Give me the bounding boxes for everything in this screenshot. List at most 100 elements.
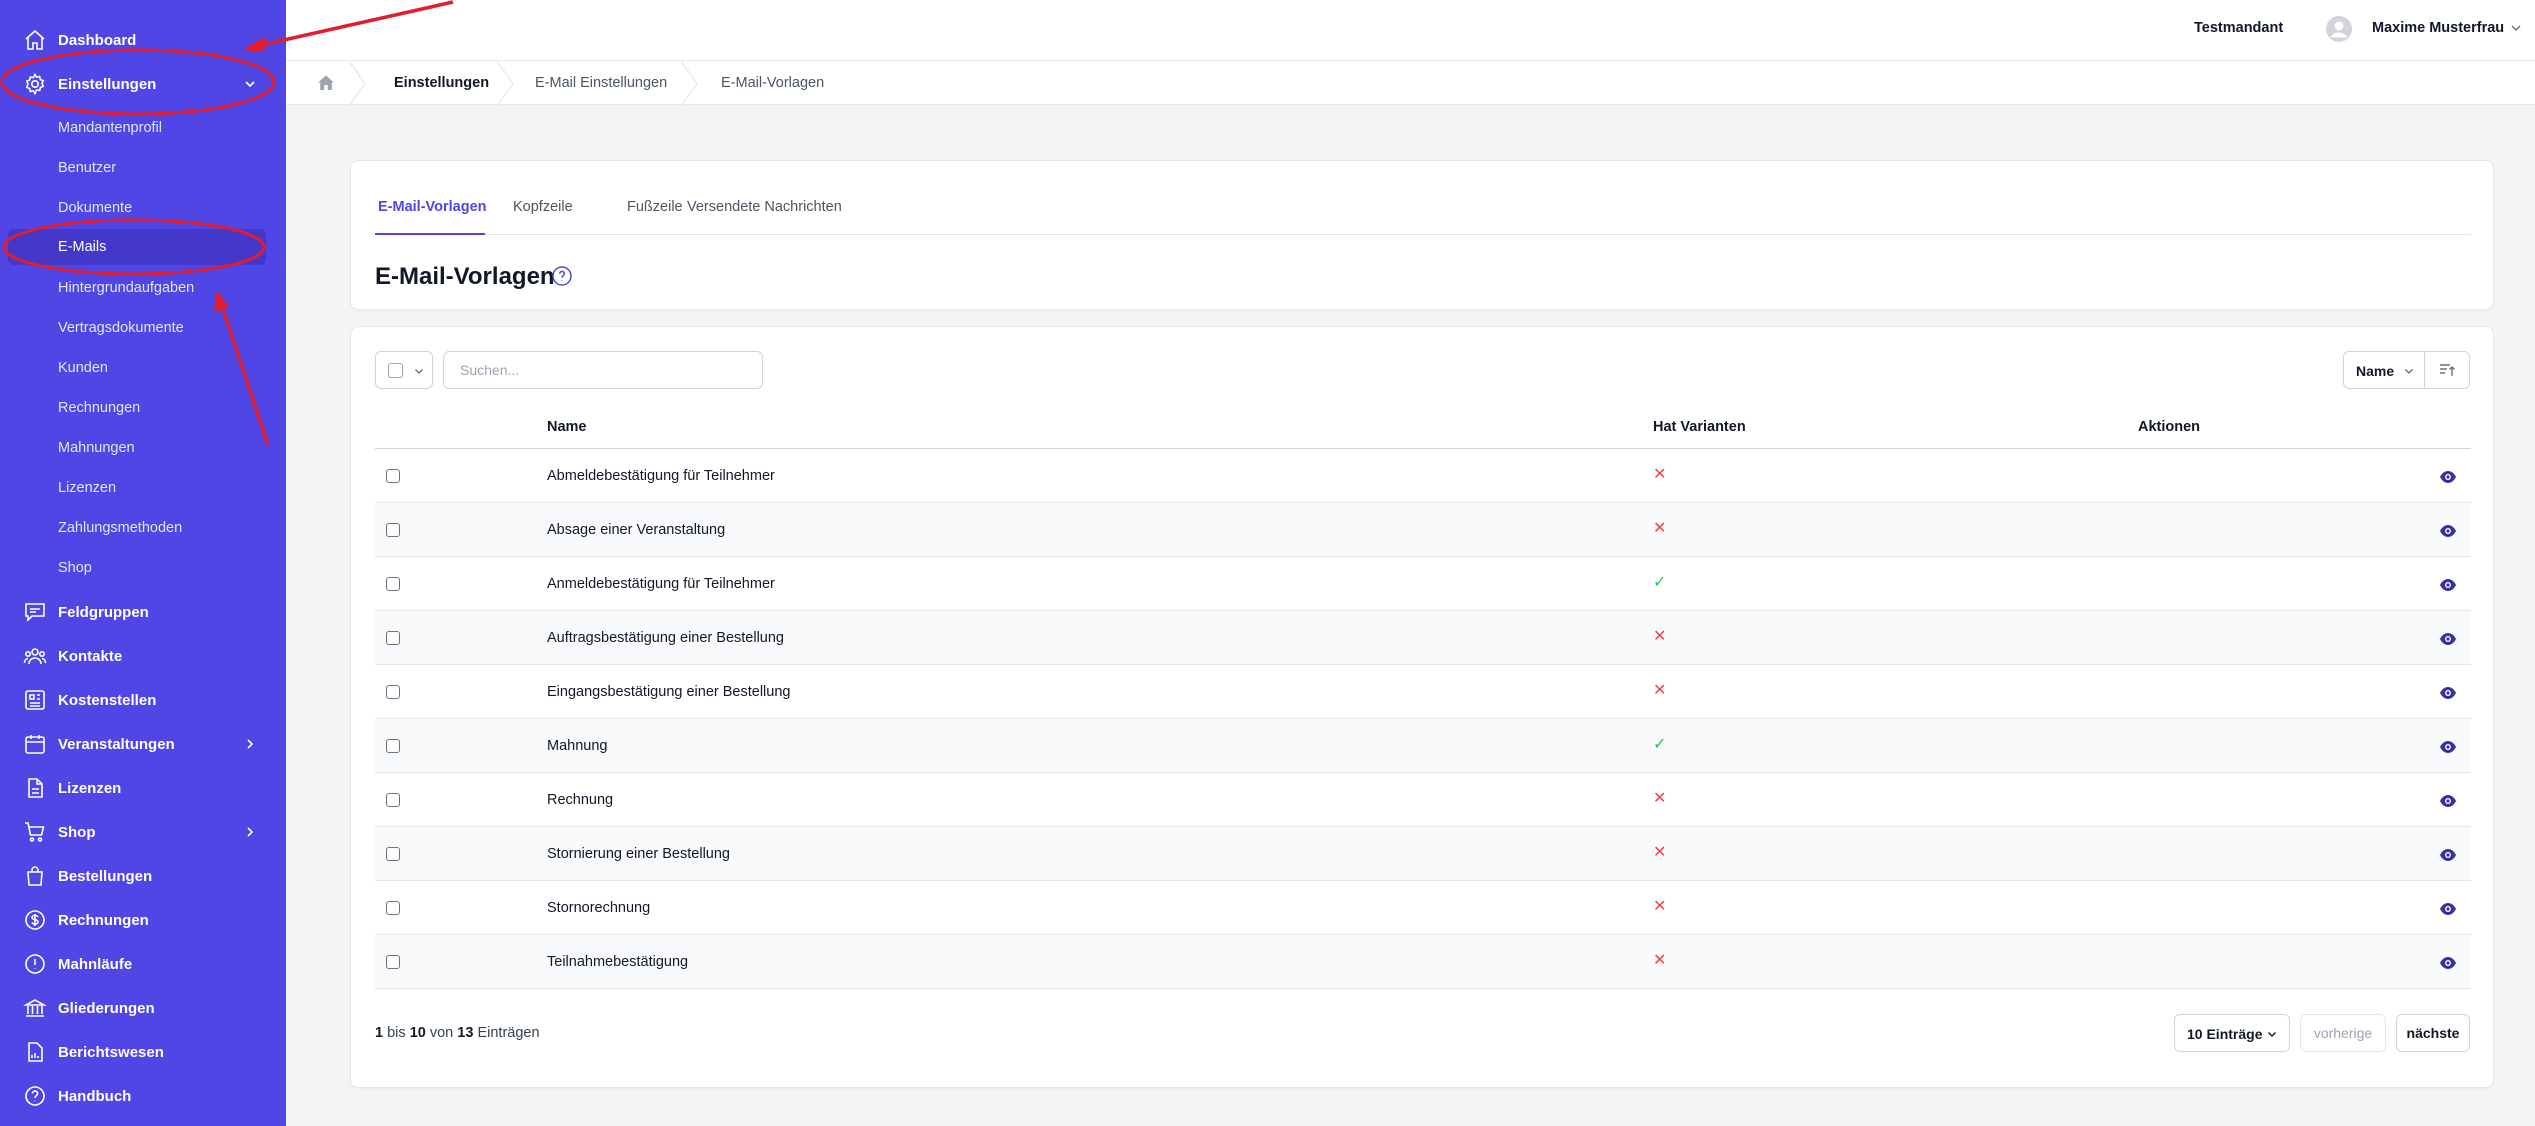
row-checkbox[interactable] xyxy=(386,577,400,591)
table-header: Name Hat Varianten Aktionen xyxy=(375,405,2471,449)
submenu-item-emails[interactable]: E-Mails xyxy=(8,229,266,265)
pagination-to: 10 xyxy=(409,1025,426,1041)
sidebar-item-label: Lizenzen xyxy=(58,779,122,797)
bulk-select-dropdown[interactable] xyxy=(375,351,433,389)
row-checkbox[interactable] xyxy=(386,901,400,915)
building-icon xyxy=(22,687,48,713)
submenu-item-benutzer[interactable]: Benutzer xyxy=(0,150,286,186)
sidebar-item-gliederungen[interactable]: Gliederungen xyxy=(0,988,286,1028)
sidebar-item-mahnlaeufe[interactable]: Mahnläufe xyxy=(0,944,286,984)
submenu-item-mandantenprofil[interactable]: Mandantenprofil xyxy=(0,110,286,146)
submenu-label: Rechnungen xyxy=(58,400,141,416)
sidebar-item-feldgruppen[interactable]: Feldgruppen xyxy=(0,592,286,632)
next-page-button[interactable]: nächste xyxy=(2396,1014,2470,1052)
tenant-name[interactable]: Testmandant xyxy=(2194,20,2283,36)
submenu-item-zahlungsmethoden[interactable]: Zahlungsmethoden xyxy=(0,510,286,546)
sort-field-select[interactable]: Name xyxy=(2343,351,2425,389)
submenu-item-lizenzen[interactable]: Lizenzen xyxy=(0,470,286,506)
sidebar-item-kostenstellen[interactable]: Kostenstellen xyxy=(0,680,286,720)
breadcrumb-item[interactable]: E-Mail-Vorlagen xyxy=(721,75,824,91)
eye-icon[interactable] xyxy=(2439,900,2457,918)
check-icon: ✓ xyxy=(1653,736,1667,753)
tab-kopfzeile[interactable]: Kopfzeile xyxy=(513,199,573,215)
eye-icon[interactable] xyxy=(2439,684,2457,702)
eye-icon[interactable] xyxy=(2439,522,2457,540)
submenu-item-rechnungen[interactable]: Rechnungen xyxy=(0,390,286,426)
table-row: Auftragsbestätigung einer Bestellung ✕ xyxy=(375,611,2471,665)
templates-table-card: Name Name Hat Varianten Aktionen Abmelde… xyxy=(350,326,2494,1088)
select-all-checkbox[interactable] xyxy=(388,363,403,378)
row-checkbox[interactable] xyxy=(386,847,400,861)
row-checkbox[interactable] xyxy=(386,523,400,537)
tab-fusszeile[interactable]: Fußzeile xyxy=(627,199,683,215)
sidebar-item-berichtswesen[interactable]: Berichtswesen xyxy=(0,1032,286,1072)
breadcrumb-item[interactable]: E-Mail Einstellungen xyxy=(535,75,667,91)
template-name: Abmeldebestätigung für Teilnehmer xyxy=(547,468,775,484)
breadcrumb-item[interactable]: Einstellungen xyxy=(394,75,489,91)
eye-icon[interactable] xyxy=(2439,468,2457,486)
sidebar-item-label: Kostenstellen xyxy=(58,691,157,709)
eye-icon[interactable] xyxy=(2439,846,2457,864)
pagination-from: 1 xyxy=(375,1025,384,1041)
sidebar-item-label: Feldgruppen xyxy=(58,603,149,621)
home-icon[interactable] xyxy=(316,73,336,93)
alert-icon xyxy=(22,951,48,977)
user-name[interactable]: Maxime Musterfrau xyxy=(2372,20,2504,36)
submenu-item-dokumente[interactable]: Dokumente xyxy=(0,190,286,226)
submenu-item-hintergrundaufgaben[interactable]: Hintergrundaufgaben xyxy=(0,270,286,306)
template-name: Auftragsbestätigung einer Bestellung xyxy=(547,630,784,646)
sidebar-item-bestellungen[interactable]: Bestellungen xyxy=(0,856,286,896)
page-size-select[interactable]: 10 Einträge xyxy=(2174,1014,2290,1052)
table-row: Abmeldebestätigung für Teilnehmer ✕ xyxy=(375,449,2471,503)
row-checkbox[interactable] xyxy=(386,685,400,699)
help-icon[interactable] xyxy=(551,265,573,287)
question-icon xyxy=(22,1083,48,1109)
sidebar-item-dashboard[interactable]: Dashboard xyxy=(0,20,286,60)
template-name: Teilnahmebestätigung xyxy=(547,954,689,970)
template-name: Stornorechnung xyxy=(547,900,651,916)
sidebar-item-kontakte[interactable]: Kontakte xyxy=(0,636,286,676)
eye-icon[interactable] xyxy=(2439,738,2457,756)
submenu-item-kunden[interactable]: Kunden xyxy=(0,350,286,386)
row-checkbox[interactable] xyxy=(386,739,400,753)
gear-icon xyxy=(22,71,48,97)
cross-icon: ✕ xyxy=(1653,466,1667,483)
submenu-item-shop[interactable]: Shop xyxy=(0,550,286,586)
sidebar-item-lizenzen[interactable]: Lizenzen xyxy=(0,768,286,808)
column-header-hat-varianten[interactable]: Hat Varianten xyxy=(1653,419,1746,435)
chevron-down-icon[interactable] xyxy=(2508,20,2524,36)
table-row: Eingangsbestätigung einer Bestellung ✕ xyxy=(375,665,2471,719)
sidebar-item-rechnungen[interactable]: Rechnungen xyxy=(0,900,286,940)
eye-icon[interactable] xyxy=(2439,630,2457,648)
row-checkbox[interactable] xyxy=(386,631,400,645)
sidebar-item-label: Einstellungen xyxy=(58,75,157,93)
submenu-item-vertragsdokumente[interactable]: Vertragsdokumente xyxy=(0,310,286,346)
eye-icon[interactable] xyxy=(2439,576,2457,594)
row-checkbox[interactable] xyxy=(386,469,400,483)
search-input[interactable] xyxy=(443,351,763,389)
tab-bar: E-Mail-Vorlagen Kopfzeile Fußzeile Verse… xyxy=(375,161,2471,235)
chevron-down-icon xyxy=(2265,1027,2279,1041)
sidebar-item-label: Berichtswesen xyxy=(58,1043,164,1061)
sidebar-item-veranstaltungen[interactable]: Veranstaltungen xyxy=(0,724,286,764)
submenu-item-mahnungen[interactable]: Mahnungen xyxy=(0,430,286,466)
row-checkbox[interactable] xyxy=(386,955,400,969)
eye-icon[interactable] xyxy=(2439,954,2457,972)
avatar[interactable] xyxy=(2326,16,2352,42)
table-row: Rechnung ✕ xyxy=(375,773,2471,827)
previous-page-button[interactable]: vorherige xyxy=(2300,1014,2386,1052)
cross-icon: ✕ xyxy=(1653,844,1667,861)
eye-icon[interactable] xyxy=(2439,792,2457,810)
sidebar-item-shop[interactable]: Shop xyxy=(0,812,286,852)
table-row: Anmeldebestätigung für Teilnehmer ✓ xyxy=(375,557,2471,611)
submenu-label: Kunden xyxy=(58,360,108,376)
sidebar-item-einstellungen[interactable]: Einstellungen xyxy=(0,64,286,104)
tab-versendete-nachrichten[interactable]: Versendete Nachrichten xyxy=(687,199,842,215)
sidebar-item-handbuch[interactable]: Handbuch xyxy=(0,1076,286,1116)
sort-direction-button[interactable] xyxy=(2424,351,2470,389)
column-header-name[interactable]: Name xyxy=(547,419,587,435)
row-checkbox[interactable] xyxy=(386,793,400,807)
sidebar-item-label: Handbuch xyxy=(58,1087,132,1105)
tab-email-vorlagen[interactable]: E-Mail-Vorlagen xyxy=(378,199,487,215)
cross-icon: ✕ xyxy=(1653,898,1667,915)
